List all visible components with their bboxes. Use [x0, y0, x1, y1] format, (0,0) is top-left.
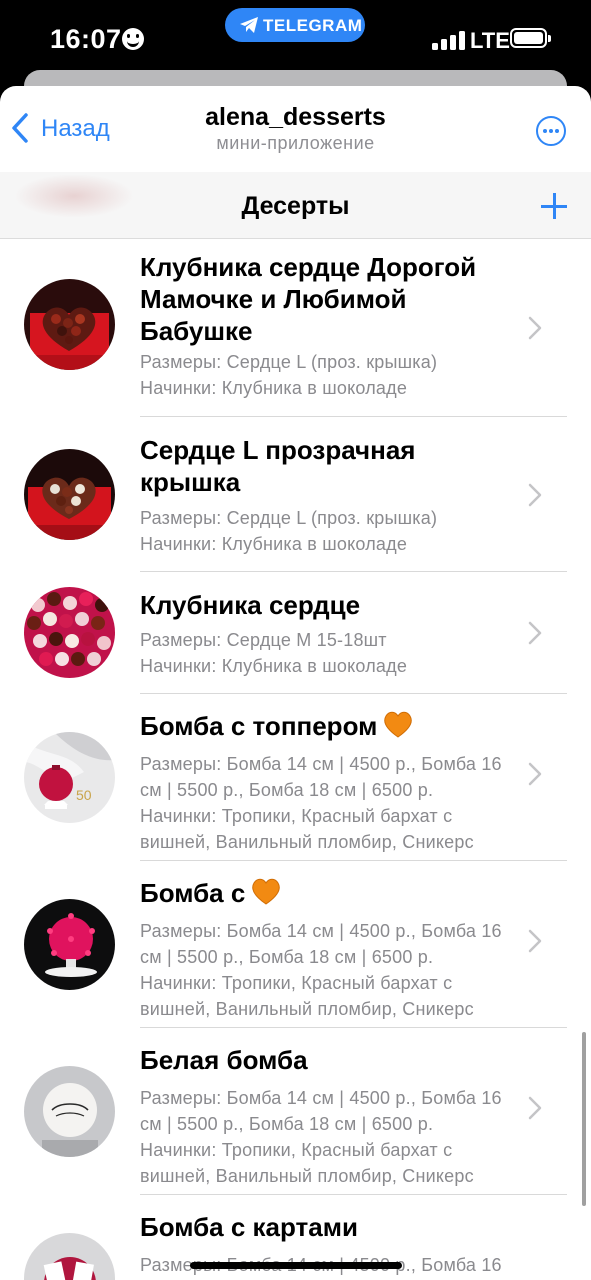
- chevron-right-icon: [528, 483, 542, 507]
- list-item[interactable]: Клубника сердце Размеры: Сердце M 15-18ш…: [0, 572, 591, 694]
- bot-title: alena_desserts: [205, 103, 386, 131]
- item-fillings: Начинки: Клубника в шоколаде: [140, 534, 408, 554]
- item-thumbnail: [24, 1066, 115, 1157]
- item-title: Бомба с картами: [140, 1212, 358, 1242]
- item-sizes: Размеры: Бомба 14 см | 4500 р., Бомба 16…: [140, 754, 502, 800]
- item-thumbnail: 50: [24, 732, 115, 823]
- section-navbar: Десерты: [0, 172, 591, 239]
- item-sizes: Размеры: Сердце M 15-18шт: [140, 630, 387, 650]
- item-title: Бомба с топпером: [140, 710, 510, 742]
- item-title: Белая бомба: [140, 1045, 308, 1075]
- item-title: Клубника сердце Дорогой Мамочке и Любимо…: [140, 252, 477, 346]
- mini-app-sheet: Назад alena_desserts мини-приложение Дес…: [0, 86, 591, 1280]
- chevron-left-icon: [12, 113, 28, 143]
- item-fillings: Начинки: Клубника в шоколаде: [140, 378, 408, 398]
- chevron-right-icon: [528, 762, 542, 786]
- chevron-right-icon: [528, 929, 542, 953]
- home-indicator: [190, 1262, 402, 1269]
- status-time: 16:07: [50, 24, 122, 54]
- more-button[interactable]: [536, 116, 566, 146]
- orange-heart-icon: [252, 878, 281, 905]
- item-sizes: Размеры: Бомба 14 см | 4500 р., Бомба 16…: [140, 921, 502, 967]
- item-title: Бомба с: [140, 877, 510, 909]
- chevron-right-icon: [528, 621, 542, 645]
- telegram-plane-icon: [240, 17, 258, 33]
- network-label: LTE: [470, 28, 510, 53]
- item-fillings: Начинки: Клубника в шоколаде: [140, 656, 408, 676]
- item-thumbnail: [24, 279, 115, 370]
- item-thumbnail: [24, 449, 115, 540]
- more-icon: [543, 129, 547, 133]
- orange-heart-icon: [384, 711, 413, 738]
- item-title-text: Бомба с топпером: [140, 711, 378, 741]
- back-label: Назад: [41, 115, 110, 142]
- chevron-right-icon: [528, 316, 542, 340]
- item-fillings: Начинки: Тропики, Красный бархат с вишне…: [140, 806, 474, 852]
- telegram-pill[interactable]: TELEGRAM: [225, 8, 365, 42]
- svg-text:50: 50: [76, 787, 92, 803]
- list-item[interactable]: 50 Бомба с топпером Размеры: Бомба 14 см…: [0, 694, 591, 861]
- item-sizes: Размеры: Бомба 14 см | 4500 р., Бомба 16…: [140, 1088, 502, 1134]
- item-sizes: Размеры: Сердце L (проз. крышка): [140, 352, 438, 372]
- item-thumbnail: [24, 587, 115, 678]
- item-thumbnail: [24, 1233, 115, 1280]
- signal-icon: [432, 30, 466, 50]
- list-item[interactable]: Бомба с Размеры: Бомба 14 см | 4500 р., …: [0, 861, 591, 1028]
- list-item[interactable]: Сердце L прозрачная крышка Размеры: Серд…: [0, 417, 591, 572]
- add-button[interactable]: [541, 193, 567, 219]
- item-fillings: Начинки: Тропики, Красный бархат с вишне…: [140, 973, 474, 1019]
- list-item[interactable]: Белая бомба Размеры: Бомба 14 см | 4500 …: [0, 1028, 591, 1195]
- scrollbar[interactable]: [582, 1032, 586, 1206]
- list-item[interactable]: Клубника сердце Дорогой Мамочке и Любимо…: [0, 239, 591, 417]
- chevron-right-icon: [528, 1096, 542, 1120]
- status-bar: 16:07 TELEGRAM LTE: [0, 0, 591, 80]
- item-title: Сердце L прозрачная крышка: [140, 435, 416, 497]
- item-thumbnail: [24, 899, 115, 990]
- battery-icon: [510, 28, 551, 48]
- item-sizes: Размеры: Сердце L (проз. крышка): [140, 508, 438, 528]
- bot-subtitle: мини-приложение: [216, 133, 375, 153]
- telegram-pill-label: TELEGRAM: [263, 16, 363, 35]
- item-title-text: Бомба с: [140, 878, 246, 908]
- mini-app-header: Назад alena_desserts мини-приложение: [0, 86, 591, 172]
- header-title-block: alena_desserts мини-приложение: [130, 102, 461, 154]
- back-button[interactable]: Назад: [10, 110, 130, 150]
- smiley-icon: [122, 28, 144, 50]
- item-fillings: Начинки: Тропики, Красный бархат с вишне…: [140, 1140, 474, 1186]
- item-title: Клубника сердце: [140, 590, 361, 620]
- section-title: Десерты: [241, 192, 350, 220]
